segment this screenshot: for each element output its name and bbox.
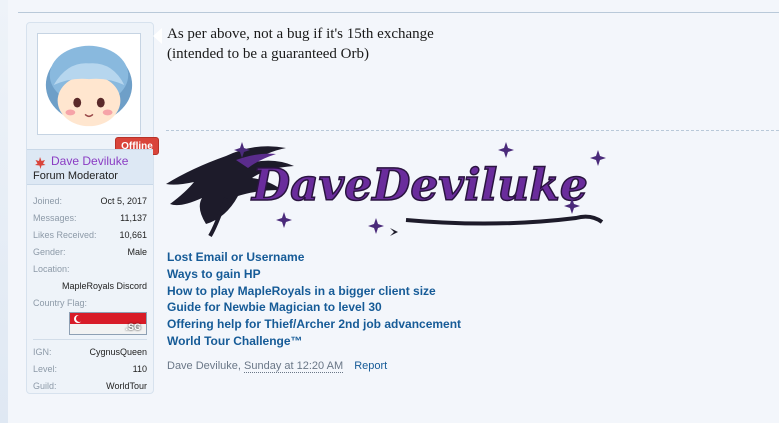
signature-banner-image: DaveDeviluke — [166, 142, 606, 238]
user-extra-info: Joined: Oct 5, 2017 Messages: 11,137 Likes… — [33, 193, 147, 395]
flag-code: .SG — [125, 322, 141, 332]
guild-value: WorldTour — [106, 381, 147, 391]
post-divider — [18, 12, 779, 13]
user-name-block: Dave Deviluke Forum Moderator — [27, 149, 153, 185]
country-flag-label: Country Flag: — [33, 298, 88, 308]
info-separator — [33, 339, 147, 340]
ign-value: CygnusQueen — [89, 347, 147, 357]
post-author[interactable]: Dave Deviluke, — [167, 360, 241, 372]
page-edge — [0, 0, 8, 423]
signature-links: Lost Email or Username Ways to gain HP H… — [167, 249, 461, 350]
messages-value[interactable]: 11,137 — [120, 210, 147, 227]
signature-link[interactable]: How to play MapleRoyals in a bigger clie… — [167, 283, 461, 300]
username-link[interactable]: Dave Deviluke — [51, 154, 128, 168]
message-pointer-arrow — [153, 28, 162, 44]
user-title: Forum Moderator — [33, 170, 118, 182]
report-link[interactable]: Report — [354, 360, 387, 372]
signature-divider — [166, 130, 779, 131]
message-line: (intended to be a guaranteed Orb) — [167, 46, 369, 62]
signature-link[interactable]: Ways to gain HP — [167, 266, 461, 283]
guild-label: Guild: — [33, 381, 57, 391]
message-user-info: Offline Dave Deviluke Forum Moderator Jo… — [26, 22, 159, 395]
avatar-image — [38, 34, 140, 134]
banner-text: DaveDeviluke — [250, 160, 588, 211]
joined-label: Joined: — [33, 196, 63, 206]
level-value: 110 — [132, 364, 147, 374]
country-flag-image: .SG — [69, 312, 147, 335]
location-label: Location: — [33, 264, 70, 274]
location-value[interactable]: MapleRoyals Discord — [62, 278, 147, 295]
likes-label: Likes Received: — [33, 230, 97, 240]
signature-link[interactable]: Offering help for Thief/Archer 2nd job a… — [167, 316, 461, 333]
level-label: Level: — [33, 364, 58, 374]
signature-link[interactable]: Lost Email or Username — [167, 249, 461, 266]
avatar[interactable] — [37, 33, 141, 135]
maple-leaf-icon — [35, 157, 46, 169]
likes-value: 10,661 — [119, 230, 147, 240]
gender-value: Male — [127, 247, 147, 257]
messages-label: Messages: — [33, 213, 77, 223]
message-line: As per above, not a bug if it's 15th exc… — [167, 26, 434, 42]
signature-link[interactable]: Guide for Newbie Magician to level 30 — [167, 299, 461, 316]
post-meta: Dave Deviluke, Sunday at 12:20 AM Report — [167, 360, 387, 373]
joined-value: Oct 5, 2017 — [100, 196, 147, 206]
ign-label: IGN: — [33, 347, 52, 357]
post-time[interactable]: Sunday at 12:20 AM — [244, 360, 344, 373]
message-body: As per above, not a bug if it's 15th exc… — [167, 24, 434, 64]
gender-label: Gender: — [33, 247, 66, 257]
signature-link[interactable]: World Tour Challenge™ — [167, 333, 461, 350]
